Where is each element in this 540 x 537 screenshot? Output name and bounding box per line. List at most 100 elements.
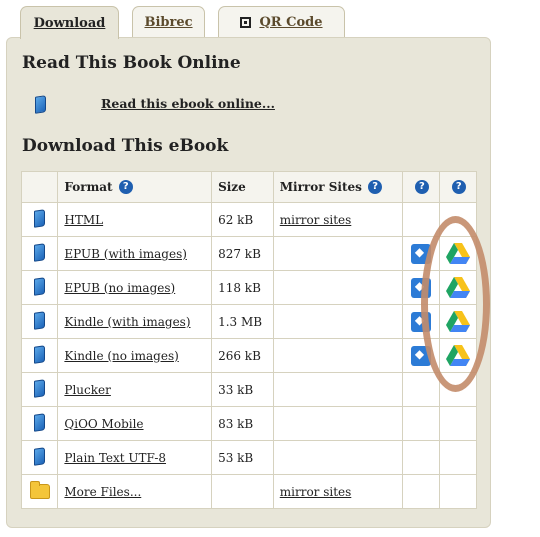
row-size-cell xyxy=(211,474,274,509)
format-help-icon[interactable]: ? xyxy=(118,180,133,195)
table-row: EPUB (no images) 118 kB xyxy=(20,270,478,305)
book-icon xyxy=(34,208,46,228)
table-header-row: Format ? Size Mirror Sites ? ? ? xyxy=(20,171,478,203)
row-size-cell: 53 kB xyxy=(211,440,274,475)
book-icon xyxy=(34,310,46,330)
row-mirror-cell xyxy=(272,236,404,271)
table-row: Kindle (no images) 266 kB xyxy=(20,338,478,373)
row-icon-cell xyxy=(20,372,59,407)
row-format-cell: Kindle (no images) xyxy=(57,338,213,373)
format-link[interactable]: Kindle (with images) xyxy=(64,315,190,329)
table-row: Kindle (with images) 1.3 MB xyxy=(20,304,478,339)
row-format-cell: Plucker xyxy=(57,372,213,407)
dropbox-icon[interactable] xyxy=(410,277,431,298)
book-icon xyxy=(34,276,46,296)
row-mirror-cell xyxy=(272,338,404,373)
row-mirror-cell xyxy=(272,372,404,407)
table-row: Plain Text UTF-8 53 kB xyxy=(20,440,478,475)
format-link[interactable]: Plucker xyxy=(64,383,110,397)
format-link[interactable]: EPUB (no images) xyxy=(64,281,175,295)
format-header-label: Format xyxy=(64,179,113,194)
google-drive-icon[interactable] xyxy=(445,243,470,264)
file-size: 83 kB xyxy=(218,416,254,431)
row-gdrive-cell xyxy=(438,236,478,271)
row-size-cell: 118 kB xyxy=(211,270,274,305)
dropbox-icon[interactable] xyxy=(410,243,431,264)
format-link[interactable]: QiOO Mobile xyxy=(64,417,143,431)
row-dropbox-cell xyxy=(402,338,440,373)
format-column-header: Format ? xyxy=(57,171,213,203)
row-format-cell: Kindle (with images) xyxy=(57,304,213,339)
row-icon-cell xyxy=(20,440,59,475)
mirror-sites-link[interactable]: mirror sites xyxy=(280,485,352,499)
row-size-cell: 83 kB xyxy=(211,406,274,441)
download-table: Format ? Size Mirror Sites ? ? ? HTML 62 … xyxy=(20,171,478,509)
file-size: 1.3 MB xyxy=(218,314,263,329)
qr-code-icon xyxy=(240,16,252,28)
format-link[interactable]: HTML xyxy=(64,213,103,227)
row-gdrive-cell xyxy=(438,202,478,237)
row-format-cell: EPUB (with images) xyxy=(57,236,213,271)
file-size: 53 kB xyxy=(218,450,254,465)
tab-download-label: Download xyxy=(33,15,106,31)
row-gdrive-cell xyxy=(438,338,478,373)
file-size: 827 kB xyxy=(218,246,261,261)
tab-bibrec[interactable]: Bibrec xyxy=(132,6,205,37)
row-format-cell: QiOO Mobile xyxy=(57,406,213,441)
google-drive-icon[interactable] xyxy=(445,311,470,332)
row-dropbox-cell xyxy=(402,440,440,475)
row-dropbox-cell xyxy=(402,270,440,305)
google-drive-icon[interactable] xyxy=(445,345,470,366)
download-heading: Download This eBook xyxy=(22,136,229,156)
read-online-heading: Read This Book Online xyxy=(22,53,241,73)
mirror-header-label: Mirror Sites xyxy=(279,179,362,194)
gdrive-help-icon[interactable]: ? xyxy=(451,180,466,195)
format-link[interactable]: EPUB (with images) xyxy=(64,247,187,261)
tab-download[interactable]: Download xyxy=(20,6,119,39)
dropbox-icon[interactable] xyxy=(410,311,431,332)
dropbox-column-header: ? xyxy=(402,171,440,203)
format-link[interactable]: Kindle (no images) xyxy=(64,349,178,363)
row-size-cell: 62 kB xyxy=(211,202,274,237)
row-dropbox-cell xyxy=(402,236,440,271)
book-icon xyxy=(34,344,46,364)
format-link[interactable]: Plain Text UTF-8 xyxy=(64,451,166,465)
tab-qr-code[interactable]: QR Code xyxy=(218,6,345,37)
tab-qr-code-label: QR Code xyxy=(259,14,323,30)
row-mirror-cell xyxy=(272,440,404,475)
file-size: 118 kB xyxy=(218,280,261,295)
row-dropbox-cell xyxy=(402,406,440,441)
dropbox-icon[interactable] xyxy=(410,345,431,366)
format-link[interactable]: More Files... xyxy=(64,485,141,499)
row-dropbox-cell xyxy=(402,304,440,339)
table-row: More Files... mirror sites xyxy=(20,474,478,509)
row-icon-cell xyxy=(20,236,59,271)
table-row: Plucker 33 kB xyxy=(20,372,478,407)
row-gdrive-cell xyxy=(438,304,478,339)
row-icon-cell xyxy=(20,406,59,441)
dropbox-help-icon[interactable]: ? xyxy=(414,180,429,195)
size-column-header: Size xyxy=(211,171,274,203)
mirror-sites-link[interactable]: mirror sites xyxy=(280,213,352,227)
google-drive-icon[interactable] xyxy=(445,277,470,298)
row-gdrive-cell xyxy=(438,270,478,305)
size-header-label: Size xyxy=(218,180,246,194)
row-mirror-cell: mirror sites xyxy=(272,474,404,509)
row-mirror-cell xyxy=(272,406,404,441)
row-size-cell: 33 kB xyxy=(211,372,274,407)
tab-bibrec-label: Bibrec xyxy=(144,14,193,30)
book-icon xyxy=(34,242,46,262)
row-icon-cell xyxy=(20,270,59,305)
mirror-column-header: Mirror Sites ? xyxy=(272,171,404,203)
row-gdrive-cell xyxy=(438,406,478,441)
row-format-cell: Plain Text UTF-8 xyxy=(57,440,213,475)
row-mirror-cell xyxy=(272,304,404,339)
file-size: 266 kB xyxy=(218,348,261,363)
read-online-row: Read this ebook online... xyxy=(35,95,435,118)
row-mirror-cell xyxy=(272,270,404,305)
mirror-help-icon[interactable]: ? xyxy=(368,180,383,195)
table-row: QiOO Mobile 83 kB xyxy=(20,406,478,441)
read-online-link[interactable]: Read this ebook online... xyxy=(101,96,275,111)
row-mirror-cell: mirror sites xyxy=(272,202,404,237)
row-gdrive-cell xyxy=(438,440,478,475)
